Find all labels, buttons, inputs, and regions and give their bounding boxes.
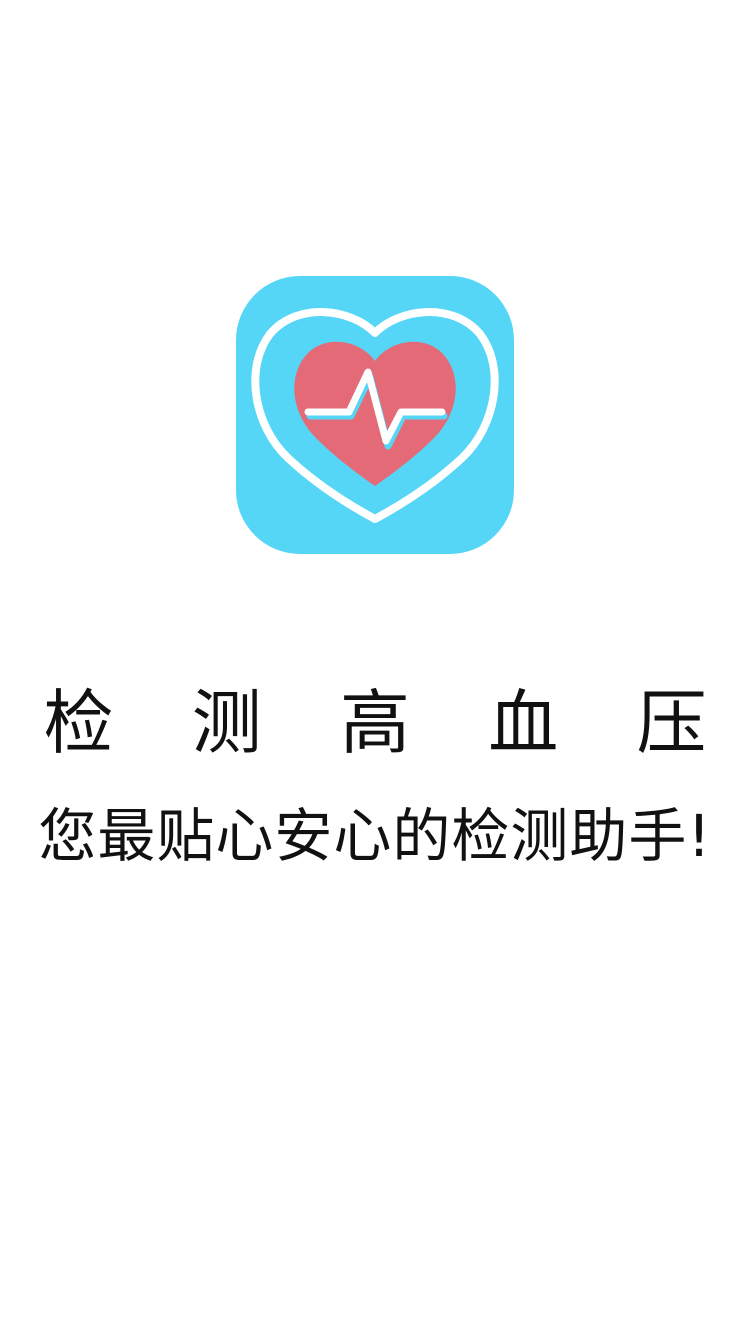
app-title: 检 测 高 血 压: [43, 682, 735, 764]
app-tagline: 您最贴心安心的检测助手!: [38, 802, 712, 870]
heart-pulse-icon: [251, 308, 499, 523]
app-logo: [236, 276, 514, 554]
